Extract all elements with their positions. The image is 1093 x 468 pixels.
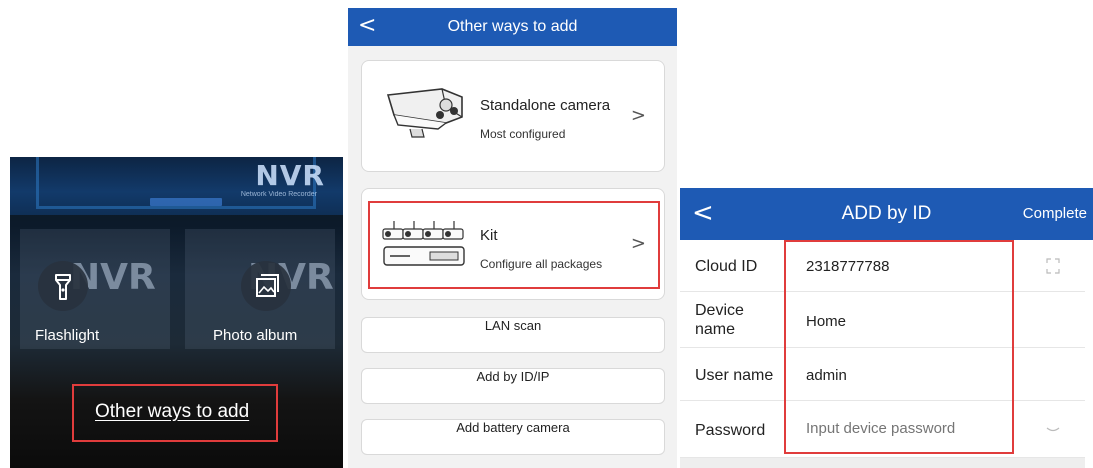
camera-icon <box>386 88 463 138</box>
password-label: Password <box>695 422 766 439</box>
device-name-label: Device name <box>695 301 744 339</box>
photo-album-label: Photo album <box>213 327 298 344</box>
header-bar: < ADD by ID Complete <box>680 188 1093 240</box>
highlight-box <box>368 201 660 289</box>
photo-album-button[interactable] <box>241 261 291 311</box>
device-name-label-line1: Device <box>695 302 744 319</box>
flashlight-button[interactable] <box>38 261 88 311</box>
card-title: Standalone camera <box>480 97 611 114</box>
photo-album-icon <box>256 274 279 297</box>
other-ways-panel: < Other ways to add Standalone camera Mo… <box>348 8 677 468</box>
complete-button[interactable]: Complete <box>1023 205 1087 222</box>
scanner-panel: NVR Network Video Recorder NVR NVR Flash… <box>10 157 343 468</box>
preview-brand-sub: Network Video Recorder <box>240 191 317 198</box>
bottom-strip <box>680 458 1085 468</box>
flashlight-label: Flashlight <box>35 327 100 344</box>
add-battery-camera-button[interactable]: Add battery camera <box>361 419 665 455</box>
eye-closed-icon[interactable] <box>1046 426 1060 434</box>
add-by-id-panel: < ADD by ID Complete Cloud ID 2318777788… <box>680 188 1093 468</box>
scan-icon[interactable] <box>1046 258 1060 274</box>
other-ways-to-add-link[interactable]: Other ways to add <box>95 401 249 423</box>
header-bar: < Other ways to add <box>348 8 677 46</box>
preview-brand-text: NVR <box>255 159 325 192</box>
user-name-label: User name <box>695 367 774 384</box>
lan-scan-button[interactable]: LAN scan <box>361 317 665 353</box>
preview-chip <box>150 198 222 206</box>
chevron-right-icon: > <box>630 105 646 126</box>
card-subtitle: Most configured <box>480 127 566 141</box>
standalone-camera-card[interactable]: Standalone camera Most configured > <box>361 60 665 172</box>
flashlight-icon <box>55 274 71 300</box>
add-by-id-ip-button[interactable]: Add by ID/IP <box>361 368 665 404</box>
cloud-id-label: Cloud ID <box>695 258 758 275</box>
device-name-label-line2: name <box>695 321 736 338</box>
page-title: Other ways to add <box>447 18 578 35</box>
highlight-box <box>784 240 1014 454</box>
